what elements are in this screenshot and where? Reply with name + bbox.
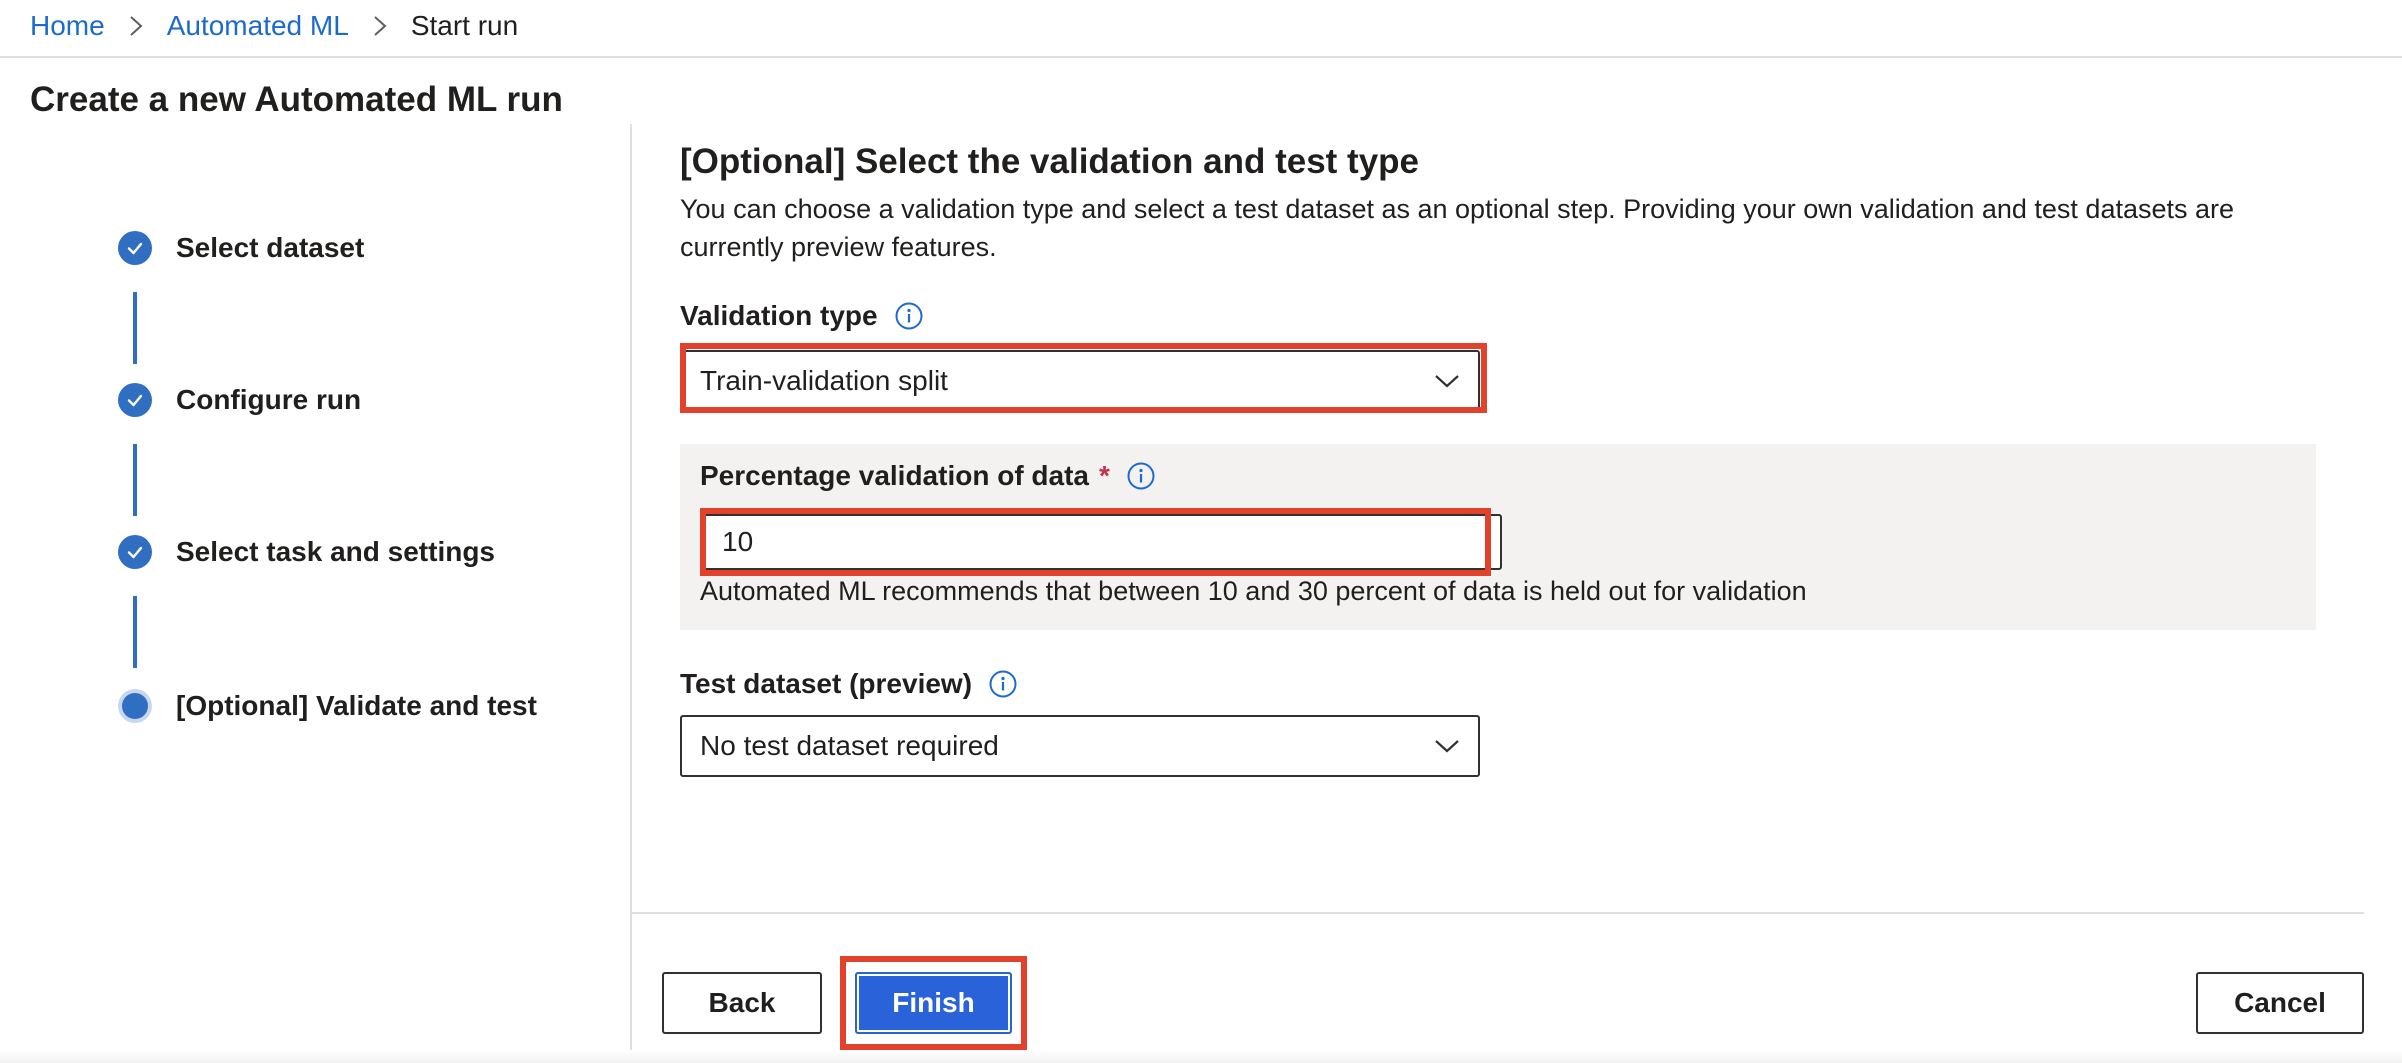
chevron-right-icon bbox=[105, 6, 167, 46]
step-connector bbox=[133, 292, 137, 364]
step-label: Configure run bbox=[176, 384, 362, 415]
breadcrumb-current-page: Start run bbox=[410, 10, 519, 41]
step-select-task-and-settings[interactable]: Select task and settings bbox=[118, 532, 495, 572]
required-marker: * bbox=[1099, 460, 1110, 491]
back-button[interactable]: Back bbox=[662, 972, 822, 1034]
checkmark-icon bbox=[118, 383, 152, 417]
vertical-divider bbox=[630, 124, 632, 1063]
page-title: Create a new Automated ML run bbox=[30, 80, 563, 119]
app-window: Home Automated ML Start run Create a new… bbox=[0, 0, 2402, 1063]
finish-button[interactable]: Finish bbox=[855, 972, 1012, 1034]
percentage-validation-label-text: Percentage validation of data bbox=[700, 460, 1089, 491]
step-label: Select task and settings bbox=[176, 536, 496, 567]
info-icon[interactable] bbox=[988, 669, 1018, 699]
percentage-validation-hint: Automated ML recommends that between 10 … bbox=[700, 576, 1807, 606]
validation-type-value: Train-validation split bbox=[700, 365, 948, 396]
breadcrumb-automated-ml-link[interactable]: Automated ML bbox=[167, 10, 349, 42]
step-configure-run[interactable]: Configure run bbox=[118, 380, 361, 420]
chevron-down-icon bbox=[1435, 375, 1459, 388]
current-step-dot-icon bbox=[122, 693, 148, 719]
section-description: You can choose a validation type and sel… bbox=[680, 194, 2235, 262]
percentage-validation-label: Percentage validation of data * bbox=[700, 460, 1156, 492]
test-dataset-label: Test dataset (preview) bbox=[680, 668, 1018, 700]
section-title: [Optional] Select the validation and tes… bbox=[680, 142, 1419, 181]
cancel-button[interactable]: Cancel bbox=[2196, 972, 2364, 1034]
step-label: Select dataset bbox=[176, 232, 365, 263]
step-connector bbox=[133, 596, 137, 668]
test-dataset-value: No test dataset required bbox=[700, 730, 999, 761]
bottom-edge bbox=[0, 1050, 2402, 1063]
info-icon[interactable] bbox=[894, 301, 924, 331]
info-icon[interactable] bbox=[1126, 461, 1156, 491]
validation-type-dropdown[interactable]: Train-validation split bbox=[680, 350, 1480, 412]
checkmark-icon bbox=[118, 535, 152, 569]
breadcrumb: Home Automated ML Start run bbox=[30, 0, 518, 52]
step-select-dataset[interactable]: Select dataset bbox=[118, 228, 364, 268]
checkmark-icon bbox=[118, 231, 152, 265]
validation-type-label: Validation type bbox=[680, 300, 924, 332]
footer-divider bbox=[632, 912, 2364, 914]
chevron-right-icon bbox=[349, 6, 411, 46]
chevron-down-icon bbox=[1435, 740, 1459, 753]
step-validate-and-test[interactable]: [Optional] Validate and test bbox=[118, 686, 537, 726]
top-divider bbox=[0, 56, 2402, 58]
test-dataset-dropdown[interactable]: No test dataset required bbox=[680, 715, 1480, 777]
step-label: [Optional] Validate and test bbox=[176, 690, 537, 721]
validation-type-label-text: Validation type bbox=[680, 300, 878, 331]
breadcrumb-home-link[interactable]: Home bbox=[30, 10, 105, 42]
percentage-validation-input[interactable] bbox=[702, 514, 1502, 570]
test-dataset-label-text: Test dataset (preview) bbox=[680, 668, 973, 699]
step-connector bbox=[133, 444, 137, 516]
